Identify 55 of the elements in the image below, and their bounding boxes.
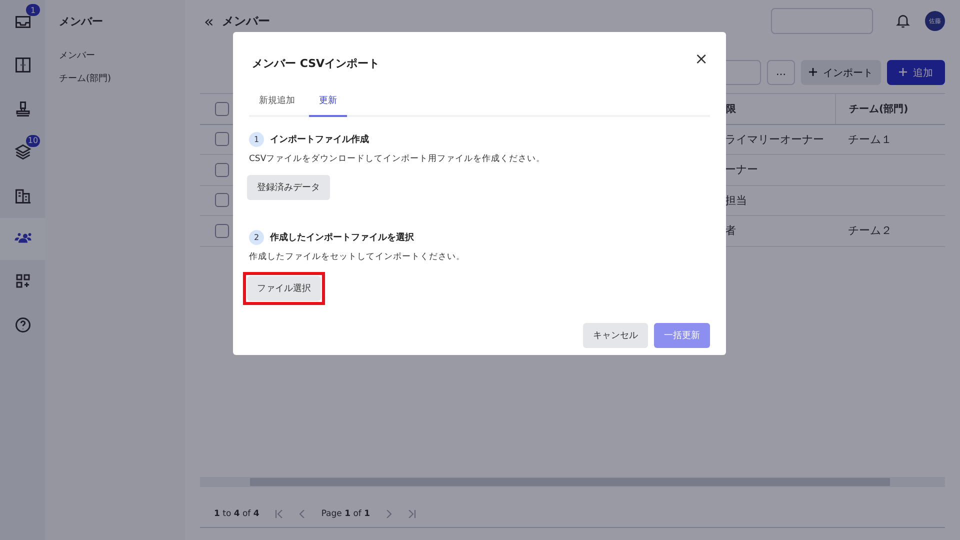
add-button[interactable]: 追加 — [887, 60, 945, 85]
step-number: 2 — [249, 230, 264, 245]
file-button[interactable]: ファイル選択 — [247, 276, 321, 301]
close-button[interactable]: × — [692, 48, 710, 68]
search-field[interactable] — [771, 8, 873, 34]
building-icon — [14, 186, 32, 205]
row-range: 1 to 4 of 4 — [214, 509, 260, 519]
previous-page-icon[interactable] — [299, 510, 306, 518]
page-indicator: Page 1 of 1 — [321, 509, 370, 519]
last-page-icon[interactable] — [408, 510, 416, 518]
count-badge: 1 — [26, 4, 40, 16]
panel-icon — [14, 56, 32, 74]
sidebar-title: メンバー — [59, 14, 104, 29]
checkbox[interactable] — [215, 132, 229, 146]
dialog-title: メンバー CSVインポート — [252, 56, 380, 70]
plus-icon — [899, 68, 907, 76]
table-cell-text: チーム１ — [847, 132, 893, 148]
checkbox[interactable] — [215, 193, 229, 208]
checkbox[interactable] — [215, 224, 229, 238]
bell-icon[interactable] — [895, 13, 911, 29]
tab[interactable]: 更新 — [309, 88, 347, 117]
count-badge: 10 — [26, 134, 40, 146]
rail-item[interactable]: 10 — [0, 130, 45, 174]
stamp-icon — [14, 100, 32, 118]
sidebar-item[interactable]: チーム(部門) — [59, 72, 171, 85]
apps-icon — [14, 272, 32, 290]
layers-icon — [14, 143, 32, 162]
next-page-icon[interactable] — [386, 510, 392, 518]
step-title: インポートファイル作成 — [270, 133, 369, 146]
table-cell-text: チーム２ — [847, 223, 893, 240]
plus-icon — [809, 68, 817, 76]
horizontal-scrollbar[interactable] — [200, 477, 945, 487]
table-cell-text: ライマリーオーナー — [724, 132, 825, 148]
collapse-button[interactable]: « — [200, 12, 214, 30]
table-cell-text: ーナー — [724, 162, 759, 178]
checkbox[interactable] — [215, 102, 229, 116]
rail-item[interactable] — [0, 218, 45, 260]
cancel-button[interactable]: キャンセル — [583, 323, 648, 348]
import-button[interactable]: インポート — [801, 60, 881, 85]
tab[interactable]: 新規追加 — [249, 88, 305, 117]
more-button[interactable]: … — [767, 60, 795, 85]
step-description: CSVファイルをダウンロードしてインポート用ファイルを作成ください。 — [249, 153, 546, 165]
step-title: 作成したインポートファイルを選択 — [270, 231, 414, 244]
sidebar-item[interactable]: メンバー — [59, 49, 171, 62]
rail-item[interactable]: 1 — [0, 0, 45, 44]
table-cell-text: 担当 — [724, 192, 748, 209]
checkbox[interactable] — [215, 162, 229, 177]
step-number: 1 — [249, 132, 264, 147]
step-description: 作成したファイルをセットしてインポートください。 — [249, 251, 466, 263]
table-cell-text: 者 — [724, 223, 737, 240]
page-title: メンバー — [222, 12, 270, 30]
help-icon — [14, 316, 32, 334]
first-page-icon[interactable] — [275, 510, 284, 518]
column-header: チーム(部門) — [835, 94, 945, 124]
file-button[interactable]: 登録済みデータ — [247, 175, 330, 200]
